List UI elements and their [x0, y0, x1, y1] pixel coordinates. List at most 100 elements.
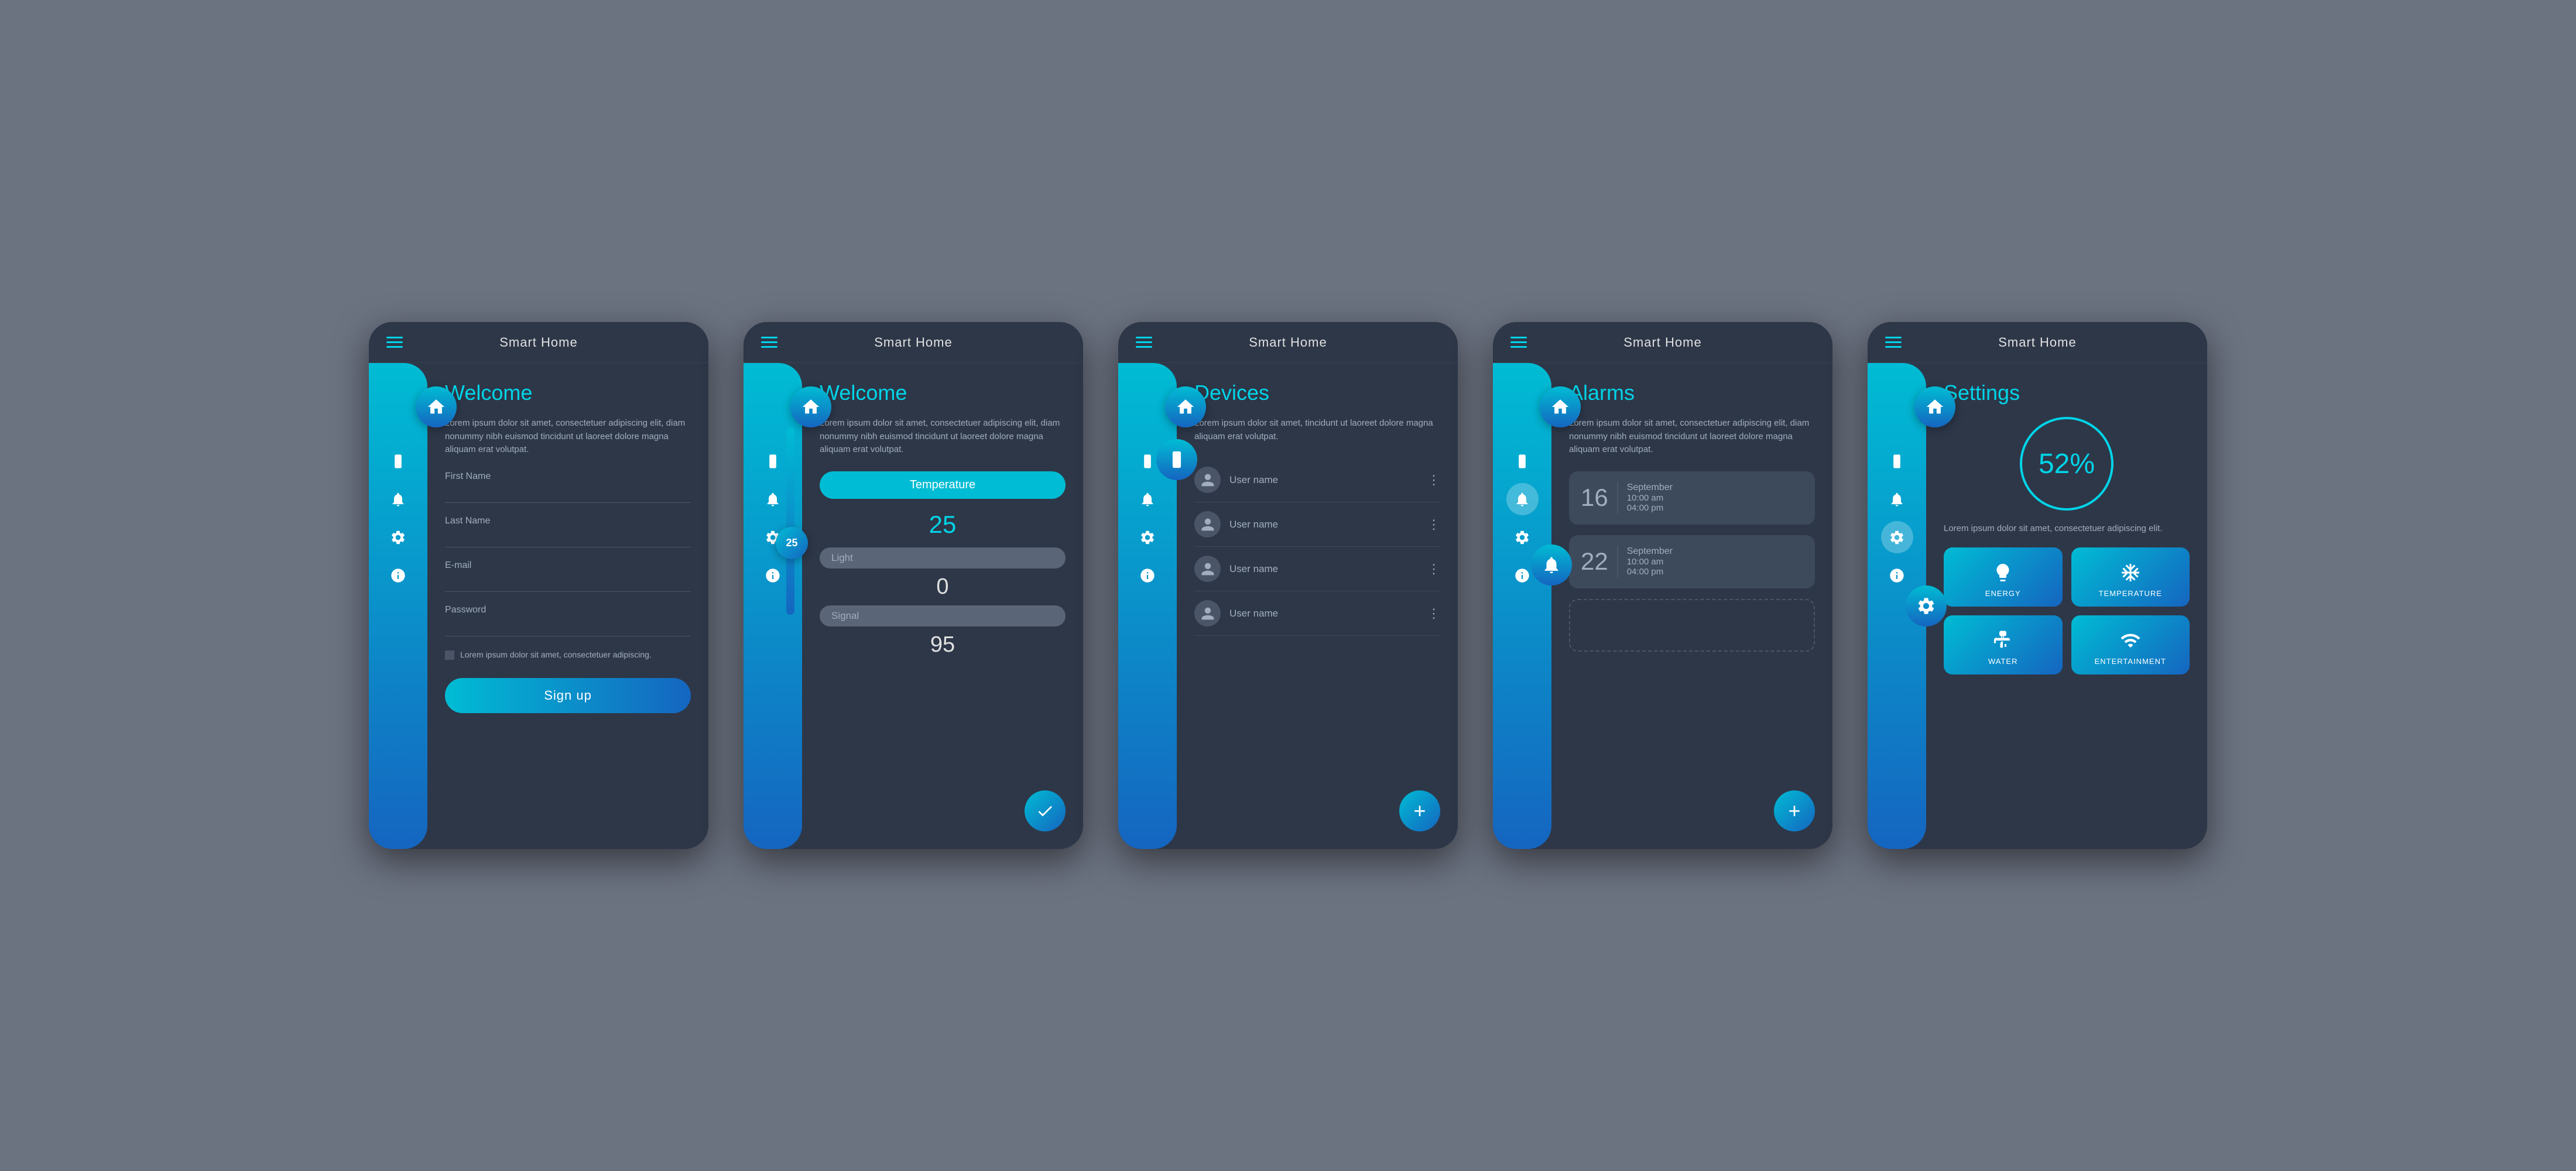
temperature-label: TEMPERATURE — [2099, 589, 2162, 598]
snowflake-icon — [2120, 562, 2141, 583]
first-name-input[interactable] — [445, 485, 691, 503]
sidebar-phone-4[interactable] — [1506, 445, 1539, 477]
content-alarms: Alarms Lorem ipsum dolor sit amet, conse… — [1551, 363, 1832, 849]
app-title-3: Smart Home — [1249, 335, 1327, 350]
home-bump-2[interactable] — [790, 386, 831, 427]
bell-icon-3 — [1139, 491, 1156, 508]
energy-tile[interactable]: ENERGY — [1944, 547, 2063, 607]
list-item: User name ⋮ — [1194, 502, 1440, 547]
sidebar-phone-1[interactable] — [382, 445, 415, 477]
alarm-card-2: 22 September 10:00 am 04:00 pm — [1569, 535, 1815, 588]
alarm-time2-1: 04:00 pm — [1627, 503, 1673, 513]
header-signup: Smart Home — [369, 322, 708, 363]
screen-settings: Smart Home Settings — [1868, 322, 2207, 849]
phone-icon-2 — [765, 453, 781, 470]
content-temperature: Welcome Lorem ipsum dolor sit amet, cons… — [802, 363, 1083, 849]
email-field: E-mail — [445, 560, 691, 592]
home-bump-3[interactable] — [1165, 386, 1206, 427]
bell-icon-5 — [1889, 491, 1905, 508]
sidebar-info-1[interactable] — [382, 559, 415, 591]
info-icon-3 — [1139, 567, 1156, 584]
hamburger-icon-5[interactable] — [1885, 337, 1902, 348]
sidebar-gear-3[interactable] — [1132, 521, 1164, 553]
alarm-month-2: September — [1627, 546, 1673, 557]
dots-menu-3[interactable]: ⋮ — [1427, 561, 1440, 577]
light-value: 0 — [820, 574, 1066, 600]
hamburger-icon[interactable] — [386, 337, 403, 348]
sidebar-gear-4[interactable] — [1506, 521, 1539, 553]
signal-row: Signal — [820, 605, 1066, 626]
water-tile[interactable]: WATER — [1944, 615, 2063, 674]
header-alarms: Smart Home — [1493, 322, 1832, 363]
temp-card-label: Temperature — [910, 478, 975, 492]
username-1: User name — [1229, 474, 1419, 486]
phone-icon-1 — [390, 453, 406, 470]
screen-alarms: Smart Home Alarms — [1493, 322, 1832, 849]
sidebar-info-2[interactable] — [757, 559, 789, 591]
sidebar-info-3[interactable] — [1132, 559, 1164, 591]
avatar-1 — [1194, 467, 1221, 493]
device-bump — [1156, 439, 1197, 480]
sidebar-bell-1[interactable] — [382, 483, 415, 515]
password-field: Password — [445, 605, 691, 636]
sidebar-bell-5[interactable] — [1881, 483, 1913, 515]
list-item: User name ⋮ — [1194, 458, 1440, 502]
terms-row: Lorem ipsum dolor sit amet, consectetuer… — [445, 649, 691, 661]
sidebar-phone-2[interactable] — [757, 445, 789, 477]
dots-menu-4[interactable]: ⋮ — [1427, 606, 1440, 621]
signup-button[interactable]: Sign up — [445, 678, 691, 713]
sidebar-bell-3[interactable] — [1132, 483, 1164, 515]
sidebar-bell-4[interactable] — [1506, 483, 1539, 515]
add-alarm-button[interactable]: + — [1774, 790, 1815, 831]
add-device-button[interactable]: + — [1399, 790, 1440, 831]
gear-bump-icon-5 — [1916, 596, 1936, 616]
slider-thumb[interactable]: 25 — [776, 527, 808, 559]
home-icon-2 — [801, 397, 821, 417]
hamburger-icon-2[interactable] — [761, 337, 777, 348]
home-bump-4[interactable] — [1540, 386, 1581, 427]
temp-screen-title: Welcome — [820, 381, 1066, 405]
sidebar-4 — [1493, 363, 1551, 849]
vertical-track — [786, 427, 794, 615]
password-input[interactable] — [445, 619, 691, 636]
alarm-date-2: 22 — [1581, 549, 1608, 574]
app-title-5: Smart Home — [1998, 335, 2076, 350]
hamburger-icon-3[interactable] — [1136, 337, 1152, 348]
bell-bump-4 — [1531, 545, 1572, 586]
username-3: User name — [1229, 563, 1419, 575]
home-bump-1[interactable] — [416, 386, 457, 427]
dots-menu-1[interactable]: ⋮ — [1427, 472, 1440, 488]
first-name-field: First Name — [445, 471, 691, 503]
confirm-button[interactable] — [1025, 790, 1066, 831]
phone-icon-4 — [1514, 453, 1530, 470]
sidebar-info-5[interactable] — [1881, 559, 1913, 591]
temperature-tile[interactable]: TEMPERATURE — [2071, 547, 2190, 607]
sidebar-phone-5[interactable] — [1881, 445, 1913, 477]
temp-screen-desc: Lorem ipsum dolor sit amet, consectetuer… — [820, 417, 1066, 457]
alarm-card-1: 16 September 10:00 am 04:00 pm — [1569, 471, 1815, 525]
avatar-2 — [1194, 511, 1221, 537]
last-name-input[interactable] — [445, 530, 691, 547]
terms-checkbox[interactable] — [445, 650, 454, 660]
user-icon-1 — [1200, 472, 1215, 488]
content-devices: Devices Lorem ipsum dolor sit amet, tinc… — [1177, 363, 1458, 849]
screen-signup: Smart Home Welcome Lorem ipsum dolor si — [369, 322, 708, 849]
sidebar-gear-1[interactable] — [382, 521, 415, 553]
device-list: User name ⋮ User name ⋮ User name ⋮ User… — [1194, 458, 1440, 636]
dots-menu-2[interactable]: ⋮ — [1427, 517, 1440, 532]
signup-title: Welcome — [445, 381, 691, 405]
device-phone-icon — [1167, 450, 1187, 470]
home-icon-4 — [1550, 397, 1570, 417]
email-input[interactable] — [445, 574, 691, 592]
sidebar-gear-5[interactable] — [1881, 521, 1913, 553]
sidebar-bell-2[interactable] — [757, 483, 789, 515]
entertainment-tile[interactable]: ENTERTAINMENT — [2071, 615, 2190, 674]
home-bump-5[interactable] — [1914, 386, 1955, 427]
light-row: Light — [820, 547, 1066, 569]
gear-icon-1 — [390, 529, 406, 546]
gear-bump-5 — [1906, 586, 1947, 626]
app-title-4: Smart Home — [1623, 335, 1701, 350]
hamburger-icon-4[interactable] — [1510, 337, 1527, 348]
password-label: Password — [445, 605, 691, 615]
faucet-icon — [1992, 630, 2013, 651]
